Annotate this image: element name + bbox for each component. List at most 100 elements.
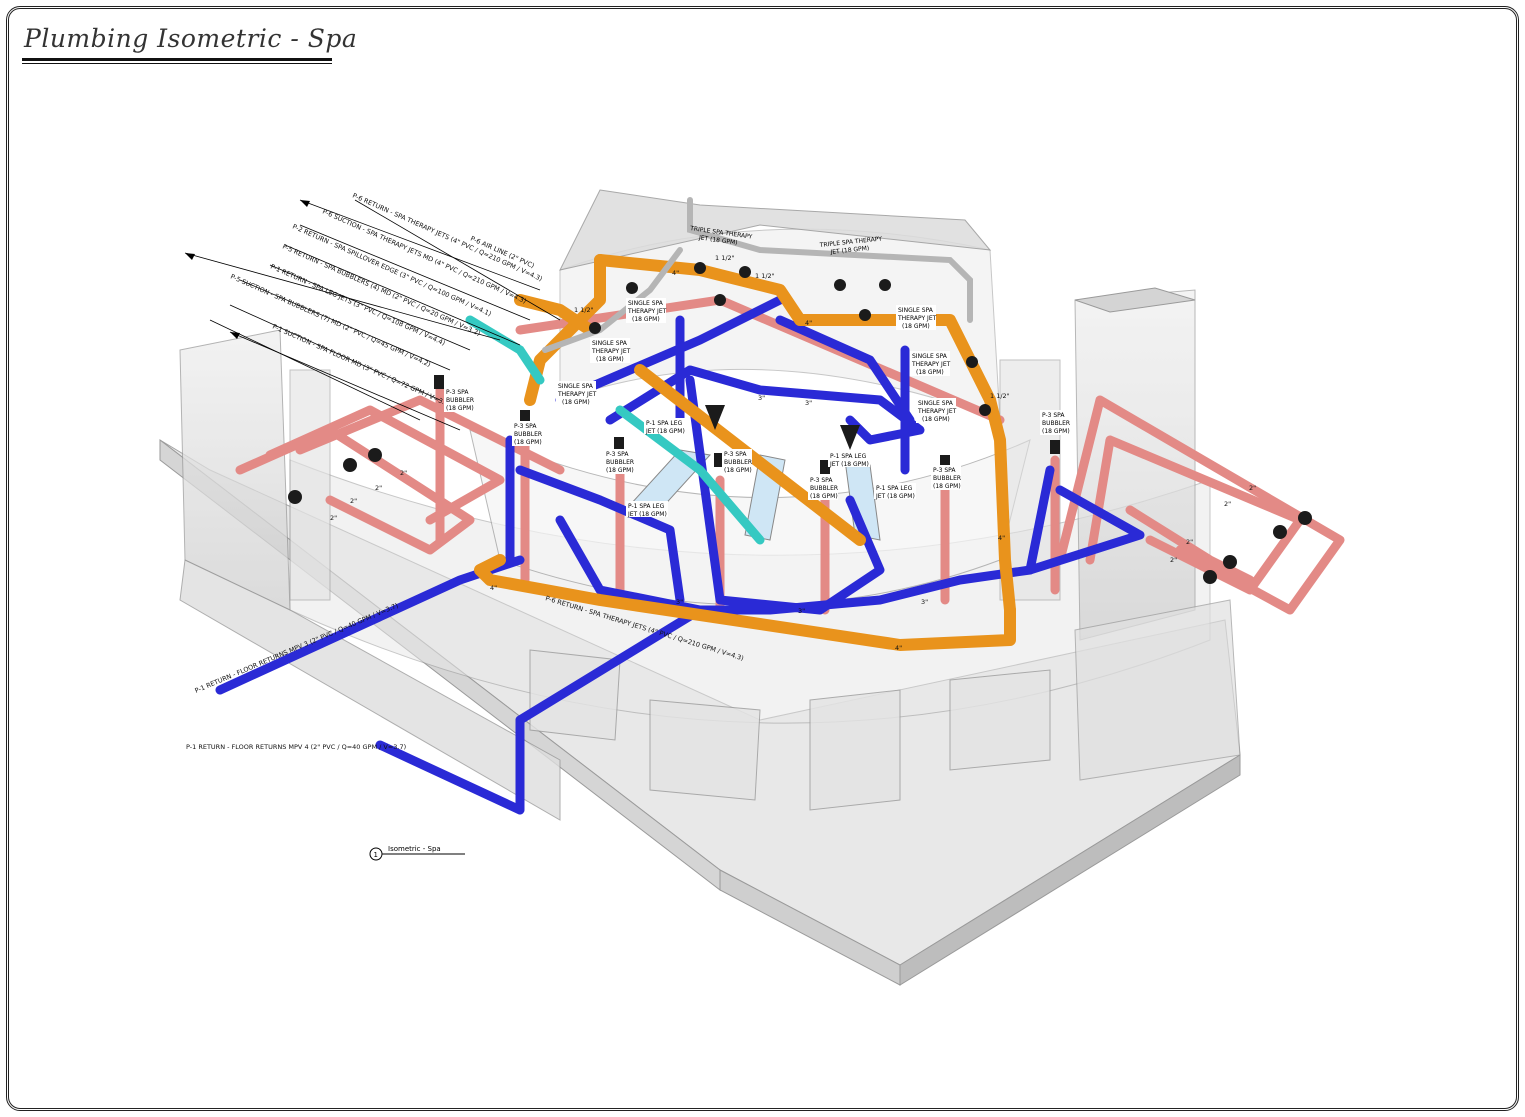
pipe-size-label: 3" (758, 394, 765, 402)
fixture-tag: BUBBLER (606, 459, 634, 466)
pipe-size-label: 3" (921, 598, 928, 606)
fixture-tag: P-1 SPA LEG (876, 485, 913, 492)
leg-jet-icon (840, 425, 860, 450)
pipe-size-label: 1 1/2" (990, 392, 1010, 400)
isometric-diagram: P-6 RETURN - SPA THERAPY JETS (4" PVC / … (159, 189, 1345, 986)
pipe-size-label: 3" (676, 598, 683, 606)
pipe-size-label: 1 1/2" (715, 254, 735, 262)
pipe-size-label: 2" (1186, 538, 1193, 546)
fixture-tag: (18 GPM) (810, 493, 838, 500)
fixture-tag: SINGLE SPA (558, 383, 594, 390)
pipe-size-label: 2" (1224, 500, 1231, 508)
fixture-tag: P-3 SPA (933, 467, 956, 474)
fixture-tag: P-3 SPA (606, 451, 629, 458)
jet-nozzle-icon (879, 279, 891, 291)
fixture-tag: (18 GPM) (902, 323, 930, 330)
fixture-tag: BUBBLER (514, 431, 542, 438)
fixture-tag: SINGLE SPA (898, 307, 934, 314)
pipe-size-label: 2" (1249, 484, 1256, 492)
fixture-tag: (18 GPM) (922, 416, 950, 423)
pipe-size-label: 3" (805, 399, 812, 407)
inner-column-1 (289, 369, 331, 601)
valve-icon (368, 448, 382, 462)
fixture-tag: JET (18 GPM) (627, 511, 667, 518)
fixture-tag: P-3 SPA (514, 423, 537, 430)
pipe-size-label: 1 1/2" (755, 272, 775, 280)
bubbler-head-icon (1050, 440, 1060, 454)
spa-structure (159, 189, 1241, 986)
fixture-tag: SINGLE SPA (918, 400, 954, 407)
fixture-tag: BUBBLER (446, 397, 474, 404)
bubbler-head-icon (434, 375, 444, 389)
fixture-tag: SINGLE SPA (912, 353, 948, 360)
fixture-tag: JET (18 GPM) (829, 461, 869, 468)
fixture-tag: P-1 SPA LEG (830, 453, 867, 460)
fixture-tag: (18 GPM) (596, 356, 624, 363)
fixture-tag: THERAPY JET (911, 361, 951, 368)
valve-icon (1223, 555, 1237, 569)
fixture-tag: (18 GPM) (632, 316, 660, 323)
leader-arrowheads (185, 200, 310, 339)
pipe-size-label: 2" (375, 484, 382, 492)
view-name: Isometric - Spa (388, 845, 441, 853)
fixture-tag: P-3 SPA (446, 389, 469, 396)
valve-icon (1273, 525, 1287, 539)
fixture-tag: (18 GPM) (514, 439, 542, 446)
bubbler-head-icon (614, 437, 624, 451)
pipe-size-label: 1 1/2" (574, 306, 594, 314)
pipe-size-label: 4" (998, 534, 1005, 542)
jet-nozzle-icon (589, 322, 601, 334)
fixture-tag: (18 GPM) (724, 467, 752, 474)
fixture-tag: JET (18 GPM) (645, 428, 685, 435)
pipe-size-label: 4" (895, 644, 902, 652)
fixture-tag: P-3 SPA (1042, 412, 1065, 419)
fixture-tag: THERAPY JET (591, 348, 631, 355)
view-tag: 1 Isometric - Spa (369, 845, 465, 861)
fixture-tag: SINGLE SPA (592, 340, 628, 347)
fixture-tag: (18 GPM) (562, 399, 590, 406)
pipe-size-label: 4" (805, 319, 812, 327)
fixture-tag: (18 GPM) (446, 405, 474, 412)
fixture-tag: P-1 SPA LEG (646, 420, 683, 427)
valve-icon (288, 490, 302, 504)
fixture-tag: (18 GPM) (916, 369, 944, 376)
pipe-size-label: 4" (490, 584, 497, 592)
fixture-tag: P-3 SPA (810, 477, 833, 484)
jet-nozzle-icon (694, 262, 706, 274)
fixture-tag: P-3 SPA (724, 451, 747, 458)
right-lower-block (1074, 599, 1241, 781)
pipe-size-label: 4" (672, 269, 679, 277)
fixture-tag: BUBBLER (724, 459, 752, 466)
jet-nozzle-icon (739, 266, 751, 278)
pipe-size-label: 2" (1170, 556, 1177, 564)
jet-nozzle-icon (979, 404, 991, 416)
pipe-size-label: 2" (400, 469, 407, 477)
fixture-tag: JET (18 GPM) (875, 493, 915, 500)
pipe-size-label: 3" (798, 607, 805, 615)
bench-step-2 (649, 699, 761, 801)
fixture-tag: (18 GPM) (933, 483, 961, 490)
fixture-tag: (18 GPM) (606, 467, 634, 474)
fixture-tag: THERAPY JET (627, 308, 667, 315)
fixture-tag: (18 GPM) (1042, 428, 1070, 435)
fixture-tag: THERAPY JET (897, 315, 937, 322)
jet-nozzle-icon (626, 282, 638, 294)
valve-icon (343, 458, 357, 472)
jet-nozzle-icon (966, 356, 978, 368)
valve-icon (1203, 570, 1217, 584)
jet-nozzle-icon (859, 309, 871, 321)
fixture-tag: THERAPY JET (917, 408, 957, 415)
view-number: 1 (374, 851, 378, 859)
jet-nozzle-icon (714, 294, 726, 306)
fixture-tag: BUBBLER (933, 475, 961, 482)
pipe-size-label: 2" (350, 497, 357, 505)
pipe-callout: P-1 RETURN - FLOOR RETURNS MPV 4 (2" PVC… (186, 743, 406, 751)
fixture-tag: P-1 SPA LEG (628, 503, 665, 510)
fixture-tag: BUBBLER (1042, 420, 1070, 427)
pipe-size-label: 2" (330, 514, 337, 522)
jet-nozzle-icon (834, 279, 846, 291)
valve-icon (1298, 511, 1312, 525)
fixture-tag: SINGLE SPA (628, 300, 664, 307)
fixture-tag: THERAPY JET (557, 391, 597, 398)
fixture-tag: BUBBLER (810, 485, 838, 492)
